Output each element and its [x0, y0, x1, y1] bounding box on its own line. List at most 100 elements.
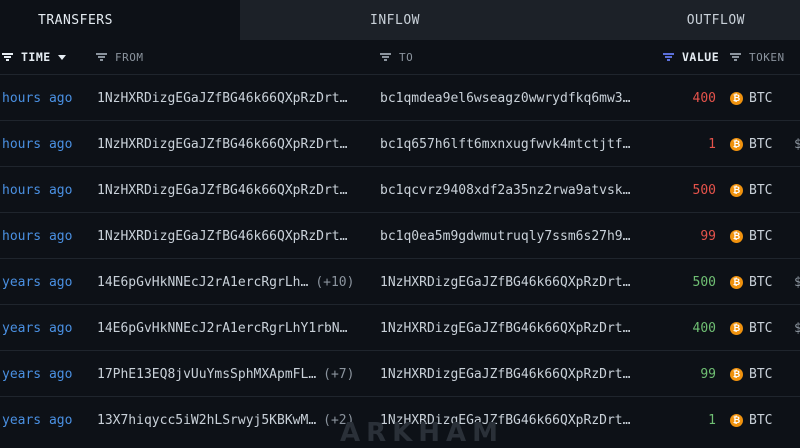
- column-value-label: VALUE: [682, 50, 720, 64]
- bitcoin-icon: ₿: [730, 413, 743, 427]
- time-cell[interactable]: hours ago: [2, 75, 72, 121]
- token-symbol: BTC: [749, 90, 773, 106]
- tab-outflow[interactable]: OUTFLOW: [550, 0, 800, 40]
- from-address-cell[interactable]: 13X7hiqycc5iW2hLSrwyj5KBKwM… (+2): [97, 397, 354, 443]
- tab-inflow[interactable]: INFLOW: [240, 0, 550, 40]
- from-address[interactable]: 1NzHXRDizgEGaJZfBG46k66QXpRzDrt…: [97, 137, 347, 152]
- time-cell[interactable]: hours ago: [2, 167, 72, 213]
- from-address[interactable]: 17PhE13EQ8jvUuYmsSphMXApmFL…: [97, 367, 316, 382]
- to-address-cell[interactable]: bc1q0ea5m9gdwmutruqly7ssm6s27h9…: [380, 213, 630, 259]
- table-row[interactable]: hours ago 1NzHXRDizgEGaJZfBG46k66QXpRzDr…: [0, 74, 800, 121]
- column-to-label: TO: [399, 50, 414, 64]
- filter-icon[interactable]: [730, 53, 741, 61]
- token-symbol: BTC: [749, 320, 773, 336]
- value-cell: 1: [708, 412, 716, 428]
- to-address[interactable]: bc1q0ea5m9gdwmutruqly7ssm6s27h9…: [380, 229, 630, 244]
- token-cell[interactable]: ₿ BTC: [730, 213, 772, 259]
- to-address-cell[interactable]: 1NzHXRDizgEGaJZfBG46k66QXpRzDrt…: [380, 305, 630, 351]
- usd-value-cell: $: [794, 320, 800, 336]
- time-cell[interactable]: hours ago: [2, 121, 72, 167]
- from-address-cell[interactable]: 1NzHXRDizgEGaJZfBG46k66QXpRzDrt…: [97, 167, 354, 213]
- time-cell[interactable]: hours ago: [2, 213, 72, 259]
- bitcoin-icon: ₿: [730, 137, 743, 151]
- from-address-cell[interactable]: 1NzHXRDizgEGaJZfBG46k66QXpRzDrt…: [97, 213, 354, 259]
- from-address[interactable]: 13X7hiqycc5iW2hLSrwyj5KBKwM…: [97, 413, 316, 428]
- token-cell[interactable]: ₿ BTC: [730, 167, 772, 213]
- token-symbol: BTC: [749, 274, 773, 290]
- token-cell[interactable]: ₿ BTC: [730, 397, 772, 443]
- filter-icon[interactable]: [380, 53, 391, 61]
- watermark-logo: ARKHAM: [340, 418, 505, 448]
- from-extra-count[interactable]: (+10): [315, 275, 354, 290]
- column-token-header[interactable]: TOKEN: [730, 40, 785, 74]
- time-cell[interactable]: years ago: [2, 305, 72, 351]
- from-address[interactable]: 1NzHXRDizgEGaJZfBG46k66QXpRzDrt…: [97, 183, 347, 198]
- column-value-header[interactable]: VALUE: [663, 40, 719, 74]
- filter-icon[interactable]: [96, 53, 107, 61]
- token-cell[interactable]: ₿ BTC: [730, 305, 772, 351]
- sort-desc-icon[interactable]: [57, 54, 66, 60]
- to-address-cell[interactable]: bc1qmdea9el6wseagz0wwrydfkq6mw3…: [380, 75, 630, 121]
- filter-icon[interactable]: [2, 53, 13, 61]
- value-cell: 500: [692, 274, 716, 290]
- to-address-cell[interactable]: bc1q657h6lft6mxnxugfwvk4mtctjtf…: [380, 121, 630, 167]
- table-row[interactable]: hours ago 1NzHXRDizgEGaJZfBG46k66QXpRzDr…: [0, 120, 800, 167]
- table-row[interactable]: hours ago 1NzHXRDizgEGaJZfBG46k66QXpRzDr…: [0, 166, 800, 213]
- from-address-cell[interactable]: 1NzHXRDizgEGaJZfBG46k66QXpRzDrt…: [97, 121, 354, 167]
- table-row[interactable]: years ago 17PhE13EQ8jvUuYmsSphMXApmFL… (…: [0, 350, 800, 397]
- table-row[interactable]: hours ago 1NzHXRDizgEGaJZfBG46k66QXpRzDr…: [0, 212, 800, 259]
- value-cell: 400: [692, 90, 716, 106]
- from-address-cell[interactable]: 14E6pGvHkNNEcJ2rA1ercRgrLhY1rbN…: [97, 305, 354, 351]
- from-address[interactable]: 1NzHXRDizgEGaJZfBG46k66QXpRzDrt…: [97, 91, 347, 106]
- from-address-cell[interactable]: 14E6pGvHkNNEcJ2rA1ercRgrLh… (+10): [97, 259, 354, 305]
- column-from-header[interactable]: FROM: [96, 40, 144, 74]
- token-cell[interactable]: ₿ BTC: [730, 121, 772, 167]
- filter-icon[interactable]: [663, 53, 674, 61]
- bitcoin-icon: ₿: [730, 367, 743, 381]
- table-row[interactable]: years ago 14E6pGvHkNNEcJ2rA1ercRgrLh… (+…: [0, 258, 800, 305]
- value-cell: 500: [692, 182, 716, 198]
- to-address[interactable]: 1NzHXRDizgEGaJZfBG46k66QXpRzDrt…: [380, 367, 630, 382]
- time-cell[interactable]: years ago: [2, 351, 72, 397]
- to-address[interactable]: bc1q657h6lft6mxnxugfwvk4mtctjtf…: [380, 137, 630, 152]
- token-cell[interactable]: ₿ BTC: [730, 351, 772, 397]
- value-cell: 400: [692, 320, 716, 336]
- to-address-cell[interactable]: 1NzHXRDizgEGaJZfBG46k66QXpRzDrt…: [380, 351, 630, 397]
- token-cell[interactable]: ₿ BTC: [730, 259, 772, 305]
- time-cell[interactable]: years ago: [2, 259, 72, 305]
- table-row[interactable]: years ago 14E6pGvHkNNEcJ2rA1ercRgrLhY1rb…: [0, 304, 800, 351]
- bitcoin-icon: ₿: [730, 229, 743, 243]
- token-symbol: BTC: [749, 366, 773, 382]
- column-to-header[interactable]: TO: [380, 40, 413, 74]
- bitcoin-icon: ₿: [730, 275, 743, 289]
- token-cell[interactable]: ₿ BTC: [730, 75, 772, 121]
- from-address-cell[interactable]: 17PhE13EQ8jvUuYmsSphMXApmFL… (+7): [97, 351, 354, 397]
- to-address-cell[interactable]: 1NzHXRDizgEGaJZfBG46k66QXpRzDrt…: [380, 259, 630, 305]
- column-from-label: FROM: [115, 50, 144, 64]
- to-address[interactable]: 1NzHXRDizgEGaJZfBG46k66QXpRzDrt…: [380, 321, 630, 336]
- column-time-header[interactable]: TIME: [2, 40, 66, 74]
- from-address[interactable]: 14E6pGvHkNNEcJ2rA1ercRgrLh…: [97, 275, 308, 290]
- time-cell[interactable]: years ago: [2, 397, 72, 443]
- value-cell: 99: [700, 228, 716, 244]
- bitcoin-icon: ₿: [730, 91, 743, 105]
- from-address[interactable]: 1NzHXRDizgEGaJZfBG46k66QXpRzDrt…: [97, 229, 347, 244]
- token-symbol: BTC: [749, 412, 773, 428]
- tab-transfers[interactable]: TRANSFERS: [0, 0, 240, 40]
- from-extra-count[interactable]: (+7): [323, 367, 354, 382]
- to-address[interactable]: 1NzHXRDizgEGaJZfBG46k66QXpRzDrt…: [380, 275, 630, 290]
- column-token-label: TOKEN: [749, 50, 785, 64]
- to-address-cell[interactable]: bc1qcvrz9408xdf2a35nz2rwa9atvsk…: [380, 167, 630, 213]
- column-time-label: TIME: [21, 50, 51, 64]
- token-symbol: BTC: [749, 228, 773, 244]
- to-address[interactable]: bc1qcvrz9408xdf2a35nz2rwa9atvsk…: [380, 183, 630, 198]
- tab-bar: TRANSFERS INFLOW OUTFLOW: [0, 0, 800, 40]
- bitcoin-icon: ₿: [730, 321, 743, 335]
- token-symbol: BTC: [749, 136, 773, 152]
- value-cell: 99: [700, 366, 716, 382]
- bitcoin-icon: ₿: [730, 183, 743, 197]
- to-address[interactable]: bc1qmdea9el6wseagz0wwrydfkq6mw3…: [380, 91, 630, 106]
- from-address-cell[interactable]: 1NzHXRDizgEGaJZfBG46k66QXpRzDrt…: [97, 75, 354, 121]
- usd-value-cell: $: [794, 274, 800, 290]
- from-address[interactable]: 14E6pGvHkNNEcJ2rA1ercRgrLhY1rbN…: [97, 321, 347, 336]
